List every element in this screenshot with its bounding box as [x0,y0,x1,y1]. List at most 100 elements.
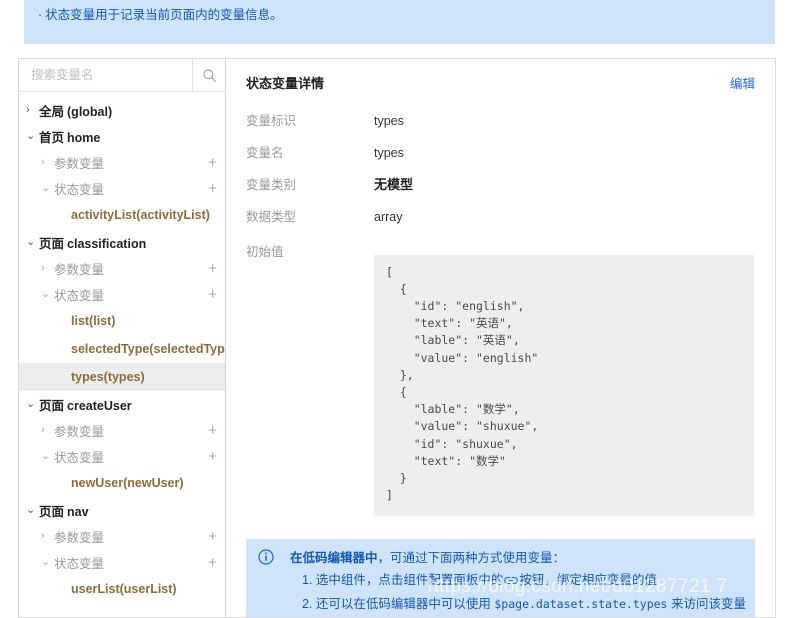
detail-field: 数据类型 array [246,208,755,226]
chevron-right-icon[interactable]: › [41,262,54,274]
usage-info-body: 在低码编辑器中，可通过下面两种方式使用变量： 1. 选中组件，点击组件配置面板中… [290,548,746,615]
page-title: 状态变量详情 [246,76,325,91]
chevron-down-icon[interactable]: ⌄ [26,398,39,410]
detail-field-value: array [374,210,403,224]
tree-node-label-cn: 首页 [39,130,65,145]
detail-field: 变量标识 types [246,112,755,130]
chevron-down-icon[interactable]: ⌄ [26,130,39,142]
info-circle-icon [258,549,278,568]
chevron-right-icon[interactable]: › [41,424,54,436]
top-notice-banner: 参数变量用于传递页面间的参数数据，需在传递数据的页面上定义入参数变量，可在传递页… [24,0,775,44]
chevron-down-icon[interactable]: ⌄ [41,556,54,568]
search-icon [202,68,217,83]
tree-group-state[interactable]: ⌄ 状态变量 + [19,549,225,575]
tree-node-label-cn: 全局 [39,104,65,119]
usage-info-item-2: 2. 还可以在低码编辑器中可以使用 $page.dataset.state.ty… [290,593,746,615]
tree-node-label-en: home [67,130,101,145]
tree-variable-item[interactable]: types(types) [19,363,225,391]
search-row [19,59,225,92]
tree-group-label: 参数变量 [54,262,105,277]
tree-group-label: 状态变量 [54,556,105,571]
tree-variable-item[interactable]: newUser(newUser) [19,469,225,497]
edit-link[interactable]: 编辑 [730,73,755,92]
tree-variable-item[interactable]: userList(userList) [19,575,225,603]
tree-node-label: 页面 classification [39,233,146,252]
add-variable-button[interactable]: + [200,181,217,196]
tree-group-label: 参数变量 [54,424,105,439]
variable-tree-sidebar: ›全局(global)⌄首页home›参数变量+⌄状态变量+activityLi… [19,59,226,617]
tree-node-label: 全局 (global) [39,101,112,120]
tree-node-label: 页面 createUser [39,395,132,414]
detail-field-label: 数据类型 [246,210,297,224]
chevron-right-icon[interactable]: › [41,156,54,168]
tree-node-label-en: createUser [67,398,132,413]
variable-tree: › 全局 (global) ⌄ 首页 home › 参数变量 + ⌄ 状态变量 + activityLi… [19,92,225,603]
add-variable-button[interactable]: + [200,555,217,570]
tree-node-page-createUser[interactable]: ⌄ 页面 createUser [19,391,225,417]
usage-info-item-2-post: 来访问该变量 [667,597,746,611]
chevron-down-icon[interactable]: ⌄ [41,182,54,194]
tree-group-state[interactable]: ⌄ 状态变量 + [19,443,225,469]
add-variable-button[interactable]: + [200,449,217,464]
tree-variable-item[interactable]: selectedType(selectedType) [19,335,225,363]
tree-node-label: 页面 nav [39,501,89,520]
chevron-right-icon[interactable]: › [41,530,54,542]
tree-node-label-en: (global) [67,104,113,119]
detail-field-label: 变量类别 [246,178,297,192]
tree-node-label-cn: 页面 [39,236,65,251]
initial-value-code[interactable]: [ { "id": "english", "text": "英语", "labl… [374,254,754,516]
top-notice-line-2: 状态变量用于记录当前页面内的变量信息。 [38,4,761,26]
usage-info-item-1: 1. 选中组件，点击组件配置面板中的 按钮，绑定相应变量的值 [290,569,746,593]
tree-node-label-cn: 页面 [39,504,65,519]
tree-group-label: 状态变量 [54,182,105,197]
tree-node-page-classification[interactable]: ⌄ 页面 classification [19,229,225,255]
tree-group-param[interactable]: › 参数变量 + [19,149,225,175]
tree-group-label: 参数变量 [54,156,105,171]
detail-field-value: types [374,146,404,160]
link-chain-icon [504,571,519,593]
tree-node-label-en: classification [67,236,147,251]
initial-value-field: 初始值 [ { "id": "english", "text": "英语", "… [246,243,755,527]
detail-fields: 变量标识 types 变量名 types 变量类别 无模型数据类型 array [246,112,755,226]
chevron-down-icon[interactable]: ⌄ [41,288,54,300]
tree-group-param[interactable]: › 参数变量 + [19,523,225,549]
detail-field-value: types [374,114,404,128]
tree-group-state[interactable]: ⌄ 状态变量 + [19,281,225,307]
tree-group-param[interactable]: › 参数变量 + [19,255,225,281]
add-variable-button[interactable]: + [200,287,217,302]
tree-node-page-global[interactable]: › 全局 (global) [19,97,225,123]
tree-node-page-nav[interactable]: ⌄ 页面 nav [19,497,225,523]
chevron-down-icon[interactable]: ⌄ [41,450,54,462]
variable-detail-pane: 状态变量详情 编辑 变量标识 types 变量名 types 变量类别 无模型数据类型 ar… [226,59,775,617]
add-variable-button[interactable]: + [200,261,217,276]
usage-info-heading-a: 在低码编辑器中 [290,551,378,565]
detail-field: 变量类别 无模型 [246,176,755,194]
chevron-down-icon[interactable]: ⌄ [26,236,39,248]
variables-panel: ›全局(global)⌄首页home›参数变量+⌄状态变量+activityLi… [18,58,776,618]
tree-group-label: 状态变量 [54,288,105,303]
usage-info-heading: 在低码编辑器中，可通过下面两种方式使用变量： [290,548,746,569]
search-input[interactable] [19,59,192,91]
chevron-down-icon[interactable]: ⌄ [26,504,39,516]
tree-group-state[interactable]: ⌄ 状态变量 + [19,175,225,201]
usage-info-heading-b: ，可通过下面两种方式使用变量： [377,551,566,565]
add-variable-button[interactable]: + [200,423,217,438]
add-variable-button[interactable]: + [200,529,217,544]
tree-variable-item[interactable]: activityList(activityList) [19,201,225,229]
tree-group-param[interactable]: › 参数变量 + [19,417,225,443]
usage-info-item-1-pre: 1. 选中组件，点击组件配置面板中的 [302,573,504,587]
chevron-right-icon[interactable]: › [26,104,39,116]
tree-node-page-home[interactable]: ⌄ 首页 home [19,123,225,149]
detail-field-label: 变量名 [246,146,284,160]
usage-info-item-2-pre: 2. 还可以在低码编辑器中可以使用 [302,597,495,611]
usage-info-box: 在低码编辑器中，可通过下面两种方式使用变量： 1. 选中组件，点击组件配置面板中… [246,539,755,617]
tree-variable-item[interactable]: list(list) [19,307,225,335]
tree-node-label-cn: 页面 [39,398,65,413]
add-variable-button[interactable]: + [200,155,217,170]
tree-node-label-en: nav [67,504,89,519]
detail-header: 状态变量详情 编辑 [246,59,755,98]
detail-field-value: 无模型 [374,177,414,192]
search-button[interactable] [192,59,225,91]
initial-value-label: 初始值 [246,245,284,259]
usage-info-item-1-post: 按钮，绑定相应变量的值 [519,573,657,587]
